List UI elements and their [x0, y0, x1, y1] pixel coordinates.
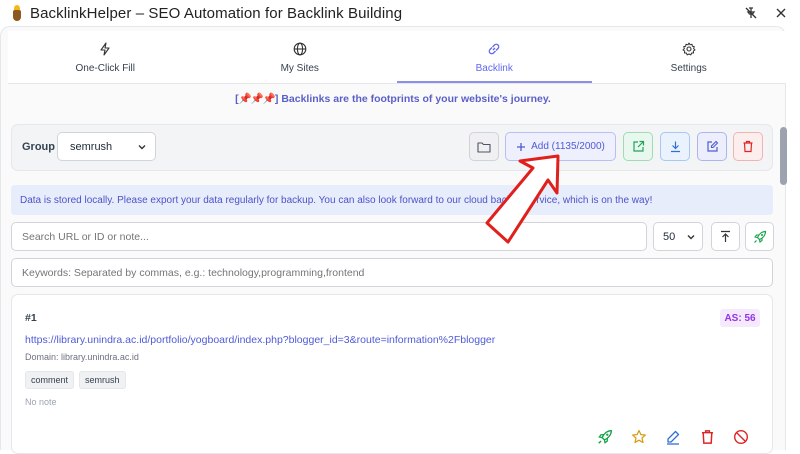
plus-icon	[517, 142, 526, 151]
tab-label: My Sites	[280, 62, 319, 74]
backlink-index: #1	[25, 312, 37, 324]
delete-group-button[interactable]	[733, 132, 763, 161]
export-button[interactable]	[623, 132, 653, 161]
add-backlink-button[interactable]: Add (1135/2000)	[505, 132, 616, 161]
backlink-url[interactable]: https://library.unindra.ac.id/portfolio/…	[25, 334, 495, 346]
tab-my-sites[interactable]: My Sites	[203, 31, 398, 83]
pushpin-icon: 📌📌📌	[238, 93, 276, 105]
close-icon[interactable]	[771, 3, 791, 23]
link-icon	[487, 41, 501, 57]
download-icon	[670, 141, 680, 153]
keywords-input[interactable]	[11, 258, 773, 287]
rocket-icon	[753, 230, 766, 243]
star-icon[interactable]	[630, 428, 648, 446]
info-text: Data is stored locally. Please export yo…	[20, 194, 653, 206]
download-button[interactable]	[660, 132, 690, 161]
backlink-domain: Domain: library.unindra.ac.id	[25, 352, 139, 362]
page-size-select[interactable]: 50	[653, 222, 703, 251]
globe-icon	[293, 41, 307, 57]
tagline-text: Backlinks are the footprints of your web…	[281, 93, 551, 105]
unpin-icon[interactable]	[741, 3, 761, 23]
external-link-icon	[632, 140, 644, 152]
tab-divider	[8, 83, 786, 84]
tab-backlink[interactable]: Backlink	[397, 31, 592, 83]
add-button-label: Add (1135/2000)	[531, 141, 605, 152]
tagline: [📌📌📌] Backlinks are the footprints of yo…	[0, 92, 786, 105]
arrow-to-top-icon	[721, 230, 730, 242]
scrollbar-thumb[interactable]	[780, 127, 787, 185]
lightning-icon	[99, 41, 111, 57]
app-logo-icon	[10, 5, 23, 21]
scroll-top-button[interactable]	[711, 222, 740, 251]
tab-label: One-Click Fill	[75, 62, 135, 74]
folder-icon	[477, 141, 491, 153]
tab-label: Backlink	[475, 62, 513, 74]
edit-group-button[interactable]	[697, 132, 727, 161]
group-toolbar: Group semrush Add (1135/2000)	[11, 124, 773, 171]
backlink-card: #1 AS: 56 https://library.unindra.ac.id/…	[11, 294, 773, 454]
tab-bar: One-Click Fill My Sites Backlink Setting…	[8, 31, 786, 83]
window-title: BacklinkHelper – SEO Automation for Back…	[30, 4, 403, 22]
tab-label: Settings	[670, 62, 707, 74]
chevron-down-icon	[137, 142, 147, 155]
group-selected-value: semrush	[70, 140, 113, 153]
tab-one-click-fill[interactable]: One-Click Fill	[8, 31, 203, 83]
group-label: Group	[22, 141, 55, 153]
folder-button[interactable]	[469, 132, 499, 161]
edit-square-icon	[706, 140, 718, 152]
tagline-bracket: ]	[274, 93, 279, 105]
trash-icon[interactable]	[698, 428, 716, 446]
page-size-value: 50	[663, 230, 676, 243]
title-bar: BacklinkHelper – SEO Automation for Back…	[0, 0, 800, 26]
block-icon[interactable]	[732, 428, 750, 446]
gear-icon	[682, 41, 696, 57]
tab-settings[interactable]: Settings	[592, 31, 787, 83]
tag-list: comment semrush	[25, 371, 126, 389]
chevron-down-icon	[686, 232, 696, 245]
rocket-icon[interactable]	[596, 428, 614, 446]
card-actions	[596, 428, 750, 446]
authority-score-badge: AS: 56	[720, 309, 760, 327]
pencil-icon[interactable]	[664, 428, 682, 446]
group-select[interactable]: semrush	[57, 132, 156, 161]
info-alert: Data is stored locally. Please export yo…	[11, 185, 773, 215]
backlink-note: No note	[25, 397, 57, 407]
launch-button[interactable]	[745, 222, 774, 251]
search-input[interactable]	[11, 222, 647, 251]
tag-chip: comment	[25, 371, 75, 389]
tag-chip: semrush	[79, 371, 126, 389]
trash-icon	[743, 140, 753, 153]
